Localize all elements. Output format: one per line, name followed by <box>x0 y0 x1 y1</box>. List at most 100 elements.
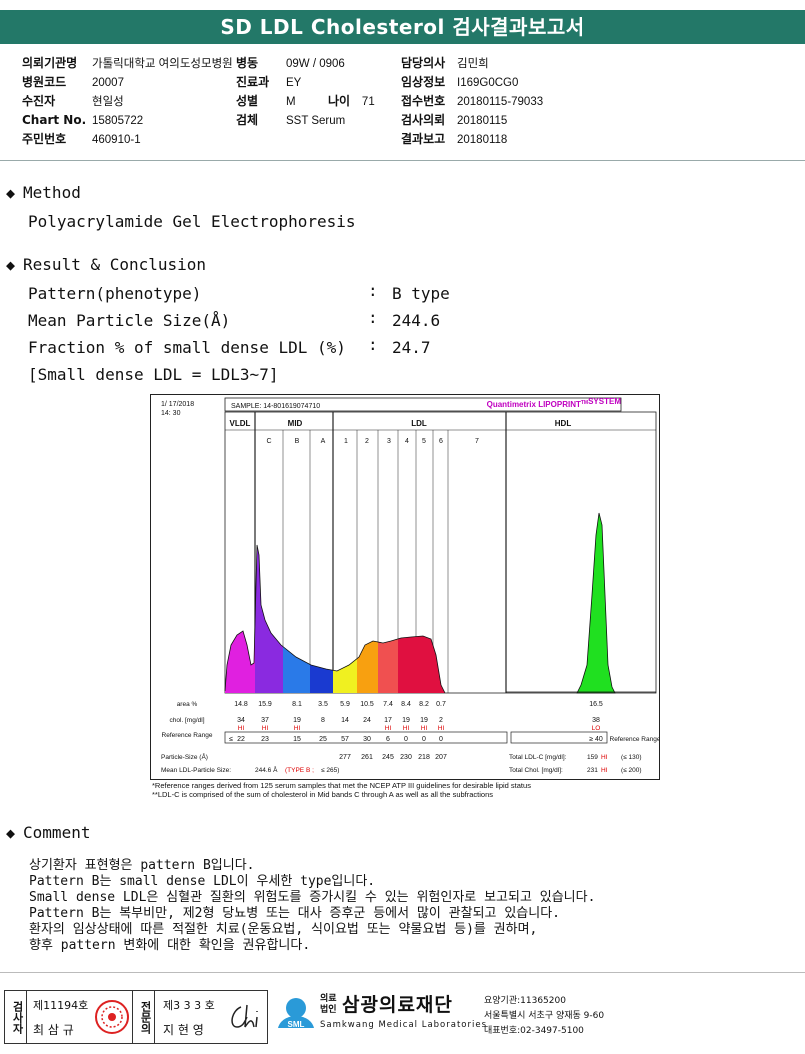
mean-type: (TYPE B ; <box>285 767 314 774</box>
info-label: 접수번호 <box>401 94 446 108</box>
chol-value: 24 <box>363 717 371 724</box>
result-value: B type <box>392 284 450 303</box>
result-colon: : <box>368 281 378 300</box>
row-label-chol: chol. [mg/dl] <box>169 717 204 724</box>
info-value: 김민희 <box>457 58 489 70</box>
method-heading-text: Method <box>23 183 81 202</box>
diamond-bullet-icon: ◆ <box>6 824 16 842</box>
info-label: 결과보고 <box>401 132 446 146</box>
info-label: 주민번호 <box>22 132 67 146</box>
patient-info-col1: 의뢰기관명 가톨릭대학교 여의도성모병원 병원코드 20007 수진자 현일성 Chart … <box>22 54 233 149</box>
area-pct-value: 14.8 <box>234 701 248 708</box>
method-text: Polyacrylamide Gel Electrophoresis <box>28 212 356 231</box>
ref-range-value: 6 <box>386 736 390 743</box>
chol-value: 19 <box>402 717 410 724</box>
total-chol-ref: (≤ 200) <box>621 767 642 774</box>
result-colon: : <box>368 335 378 354</box>
area-pct-value: 8.4 <box>401 701 411 708</box>
ref-range-value: 15 <box>293 736 301 743</box>
org-type-2: 법인 <box>320 1005 337 1015</box>
chol-value: 8 <box>321 717 325 724</box>
age-value: 71 <box>361 96 375 108</box>
info-row: Chart No. 15805722 <box>22 111 233 130</box>
info-label: 병원코드 <box>22 75 67 89</box>
sdldl-note: [Small dense LDL = LDL3~7] <box>28 365 279 384</box>
comment-text: 상기환자 표현형은 pattern B입니다. Pattern B는 small … <box>29 858 595 954</box>
band-label: A <box>321 438 326 445</box>
info-row: 병원코드 20007 <box>22 73 233 92</box>
info-label: 임상정보 <box>401 75 446 89</box>
org-address: 서울특별시 서초구 양재동 9-60 <box>484 1011 605 1021</box>
ref-range-value: 25 <box>319 736 327 743</box>
info-row: 병동 09W / 0906 <box>236 54 345 73</box>
chart-footnote-2: **LDL-C is comprised of the sum of chole… <box>152 790 494 799</box>
area-pct-value: 7.4 <box>383 701 393 708</box>
particle-size-value: 245 <box>382 754 394 761</box>
info-value: 현일성 <box>92 96 124 108</box>
area-pct-value: 8.1 <box>292 701 302 708</box>
lipoprint-chart: 1/ 17/2018 14: 30 SAMPLE: 14-801619074710 Q… <box>150 394 660 780</box>
comment-line: Small dense LDL은 심혈관 질환의 위험도를 증가시킬 수 있는 … <box>29 890 596 905</box>
particle-size-value: 218 <box>418 754 430 761</box>
total-chol-label: Total Chol. [mg/dl]: <box>509 767 563 774</box>
info-row: 검사의뢰 20180115 <box>401 111 543 130</box>
particle-size-value: 261 <box>361 754 373 761</box>
group-label-vldl: VLDL <box>230 419 251 428</box>
sign1-license-no: 제11194호 <box>33 999 89 1012</box>
comment-heading-text: Comment <box>23 823 91 842</box>
group-label-ldl: LDL <box>411 419 427 428</box>
sign1-role: 검사자 <box>11 1000 24 1034</box>
info-label: 검체 <box>236 113 259 127</box>
official-seal-icon <box>95 1000 129 1034</box>
ref-prefix: ≤ <box>229 736 233 743</box>
handwritten-signature-icon <box>231 1004 258 1028</box>
band-label: 6 <box>439 438 443 445</box>
group-label-hdl: HDL <box>555 419 572 428</box>
band-label: 1 <box>344 438 348 445</box>
lipoprint-chart-svg: 1/ 17/2018 14: 30 SAMPLE: 14-801619074710 Q… <box>161 397 659 774</box>
particle-size-value: 230 <box>400 754 412 761</box>
group-label-mid: MID <box>288 419 303 428</box>
info-label: 진료과 <box>236 75 270 89</box>
curve-segment <box>357 641 378 693</box>
info-value: I169G0CG0 <box>457 77 519 89</box>
band-label: 7 <box>475 438 479 445</box>
area-pct-value: 3.5 <box>318 701 328 708</box>
sign1-role-cell: 검사자 <box>5 991 27 1043</box>
age-label: 나이 <box>328 94 351 108</box>
sign2-role-cell: 전문의 <box>133 991 155 1043</box>
row-label-ps: Particle-Size (Å) <box>161 752 208 761</box>
chol-flag: HI <box>403 725 410 732</box>
comment-heading: ◆ Comment <box>6 823 90 842</box>
info-value: 460910-1 <box>92 134 141 146</box>
result-label: Mean Particle Size(Å) <box>28 311 231 330</box>
ref-side-label: Reference Range <box>610 736 659 743</box>
info-value: 20007 <box>92 77 124 89</box>
chol-flag: HI <box>438 725 445 732</box>
sign2-role: 전문의 <box>139 1000 152 1034</box>
info-value: 09W / 0906 <box>286 58 345 70</box>
brand-part: Quantimetrix <box>487 400 539 409</box>
total-chol-flag: HI <box>601 767 608 774</box>
org-name: 삼광의료재단 <box>342 994 453 1016</box>
org-name-en: Samkwang Medical Laboratories <box>320 1020 488 1030</box>
area-pct-value: 8.2 <box>419 701 429 708</box>
diamond-bullet-icon: ◆ <box>6 184 16 202</box>
area-pct-value: 0.7 <box>436 701 446 708</box>
comment-line: Pattern B는 small dense LDL이 우세한 type입니다. <box>29 874 376 889</box>
total-ldl-label: Total LDL-C [mg/dl]: <box>509 754 567 761</box>
result-colon: : <box>368 308 378 327</box>
result-heading: ◆ Result & Conclusion <box>6 255 206 274</box>
band-label: 5 <box>422 438 426 445</box>
result-value: 244.6 <box>392 311 441 330</box>
band-label: C <box>266 438 271 445</box>
total-chol-value: 231 <box>587 767 598 774</box>
row-label-ref: Reference Range <box>162 732 213 739</box>
area-pct-value: 10.5 <box>360 701 374 708</box>
org-type-1: 의료 <box>320 994 337 1004</box>
footer-divider <box>0 972 805 973</box>
ref-range-value: 30 <box>363 736 371 743</box>
org-contact: 요양기관:11365200 서울특별시 서초구 양재동 9-60 대표번호:02… <box>484 994 604 1039</box>
chol-value: 2 <box>439 717 443 724</box>
brand-part: SYSTEM <box>588 397 621 406</box>
